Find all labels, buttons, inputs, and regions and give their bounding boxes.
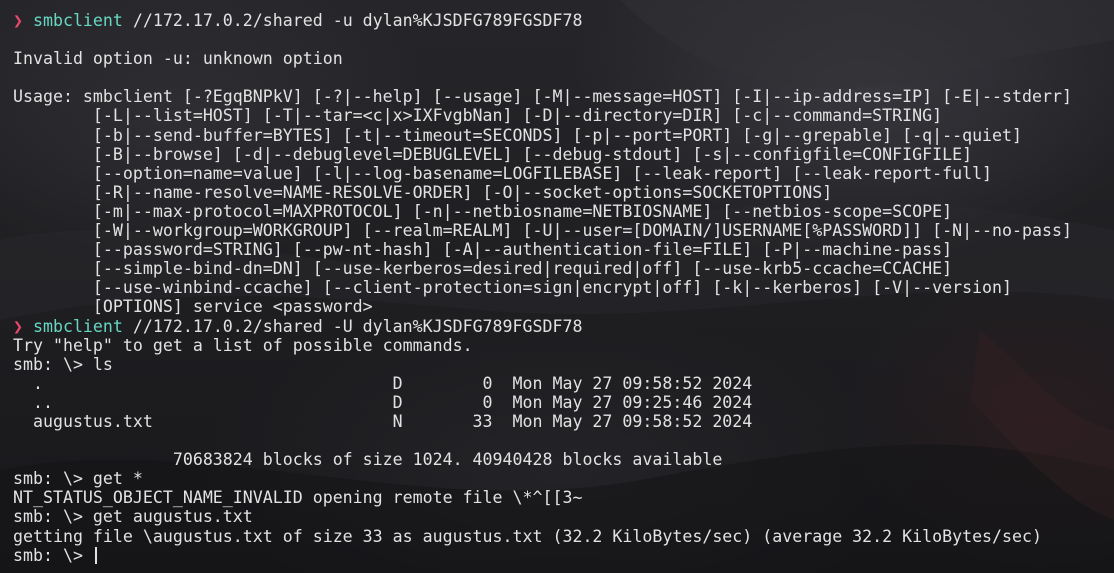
output-text: NT_STATUS_OBJECT_NAME_INVALID opening re… (13, 488, 583, 508)
output-line: Invalid option -u: unknown option (13, 49, 1109, 68)
output-line: [--option=name=value] [-l|--log-basename… (13, 164, 1109, 183)
output-line: smb: \> get augustus.txt (13, 507, 1109, 526)
text-cursor (94, 546, 97, 564)
prompt-arrow-icon: ❯ (13, 11, 33, 30)
output-text: getting file \augustus.txt of size 33 as… (13, 526, 1042, 546)
output-text: . D 0 Mon May 27 09:58:52 2024 (13, 373, 753, 393)
prompt-arrow-icon: ❯ (13, 316, 33, 336)
output-line: [-b|--send-buffer=BYTES] [-t|--timeout=S… (13, 126, 1109, 145)
output-text: Invalid option -u: unknown option (13, 49, 343, 69)
terminal-output: ❯ smbclient //172.17.0.2/shared -u dylan… (13, 11, 1109, 565)
output-line: . D 0 Mon May 27 09:58:52 2024 (13, 374, 1109, 393)
output-text: [--password=STRING] [--pw-nt-hash] [-A|-… (13, 240, 953, 260)
output-text: [-L|--list=HOST] [-T|--tar=<c|x>IXFvgbNa… (13, 106, 943, 126)
output-line: [--simple-bind-dn=DN] [--use-kerberos=de… (13, 259, 1109, 278)
command-name: smbclient (32, 11, 123, 30)
output-line: 70683824 blocks of size 1024. 40940428 b… (13, 450, 1109, 469)
command-arguments: //172.17.0.2/shared -U dylan%KJSDFG789FG… (122, 316, 583, 336)
output-text: Usage: smbclient [-?EgqBNPkV] [-?|--help… (13, 87, 1072, 107)
output-line: [-R|--name-resolve=NAME-RESOLVE-ORDER] [… (13, 183, 1109, 202)
output-text: Try "help" to get a list of possible com… (13, 335, 473, 355)
shell-prompt-line: ❯ smbclient //172.17.0.2/shared -u dylan… (13, 11, 1109, 30)
output-text: .. D 0 Mon May 27 09:25:46 2024 (13, 392, 753, 412)
output-text: [-B|--browse] [-d|--debuglevel=DEBUGLEVE… (13, 144, 973, 164)
output-line: [-B|--browse] [-d|--debuglevel=DEBUGLEVE… (13, 145, 1109, 164)
command-name: smbclient (32, 316, 123, 336)
output-line: [-m|--max-protocol=MAXPROTOCOL] [-n|--ne… (13, 202, 1109, 221)
output-line: Usage: smbclient [-?EgqBNPkV] [-?|--help… (13, 87, 1109, 106)
output-text: [--option=name=value] [-l|--log-basename… (13, 163, 993, 183)
output-line: smb: \> get * (13, 469, 1109, 488)
output-line: smb: \> ls (13, 355, 1109, 374)
output-line: NT_STATUS_OBJECT_NAME_INVALID opening re… (13, 488, 1109, 507)
output-text: [-b|--send-buffer=BYTES] [-t|--timeout=S… (13, 125, 1023, 145)
output-text: augustus.txt N 33 Mon May 27 09:58:52 20… (13, 411, 753, 431)
output-line: augustus.txt N 33 Mon May 27 09:58:52 20… (13, 412, 1109, 431)
output-line: getting file \augustus.txt of size 33 as… (13, 527, 1109, 546)
terminal-window[interactable]: ❯ smbclient //172.17.0.2/shared -u dylan… (0, 0, 1114, 573)
output-text: [OPTIONS] service <password> (13, 297, 373, 317)
output-text: 70683824 blocks of size 1024. 40940428 b… (13, 450, 723, 470)
output-text: smb: \> ls (13, 354, 113, 374)
output-text: smb: \> get augustus.txt (13, 507, 253, 527)
command-arguments: //172.17.0.2/shared -u dylan%KJSDFG789FG… (122, 11, 583, 30)
output-line: [-W|--workgroup=WORKGROUP] [--realm=REAL… (13, 221, 1109, 240)
output-text: [-m|--max-protocol=MAXPROTOCOL] [-n|--ne… (13, 201, 953, 221)
output-text: smb: \> get * (13, 469, 143, 489)
output-line: Try "help" to get a list of possible com… (13, 336, 1109, 355)
output-text: [-R|--name-resolve=NAME-RESOLVE-ORDER] [… (13, 182, 833, 202)
output-text: [--use-winbind-ccache] [--client-protect… (13, 278, 1013, 298)
output-line: [--password=STRING] [--pw-nt-hash] [-A|-… (13, 240, 1109, 259)
smb-prompt-line[interactable]: smb: \> (13, 546, 1109, 565)
output-text: [-W|--workgroup=WORKGROUP] [--realm=REAL… (13, 221, 1072, 241)
shell-prompt-line: ❯ smbclient //172.17.0.2/shared -U dylan… (13, 317, 1109, 336)
output-line: [-L|--list=HOST] [-T|--tar=<c|x>IXFvgbNa… (13, 106, 1109, 125)
output-line: [--use-winbind-ccache] [--client-protect… (13, 278, 1109, 297)
output-line: .. D 0 Mon May 27 09:25:46 2024 (13, 393, 1109, 412)
smb-prompt-text: smb: \> (13, 545, 93, 565)
output-line: [OPTIONS] service <password> (13, 297, 1109, 316)
output-text: [--simple-bind-dn=DN] [--use-kerberos=de… (13, 259, 953, 279)
